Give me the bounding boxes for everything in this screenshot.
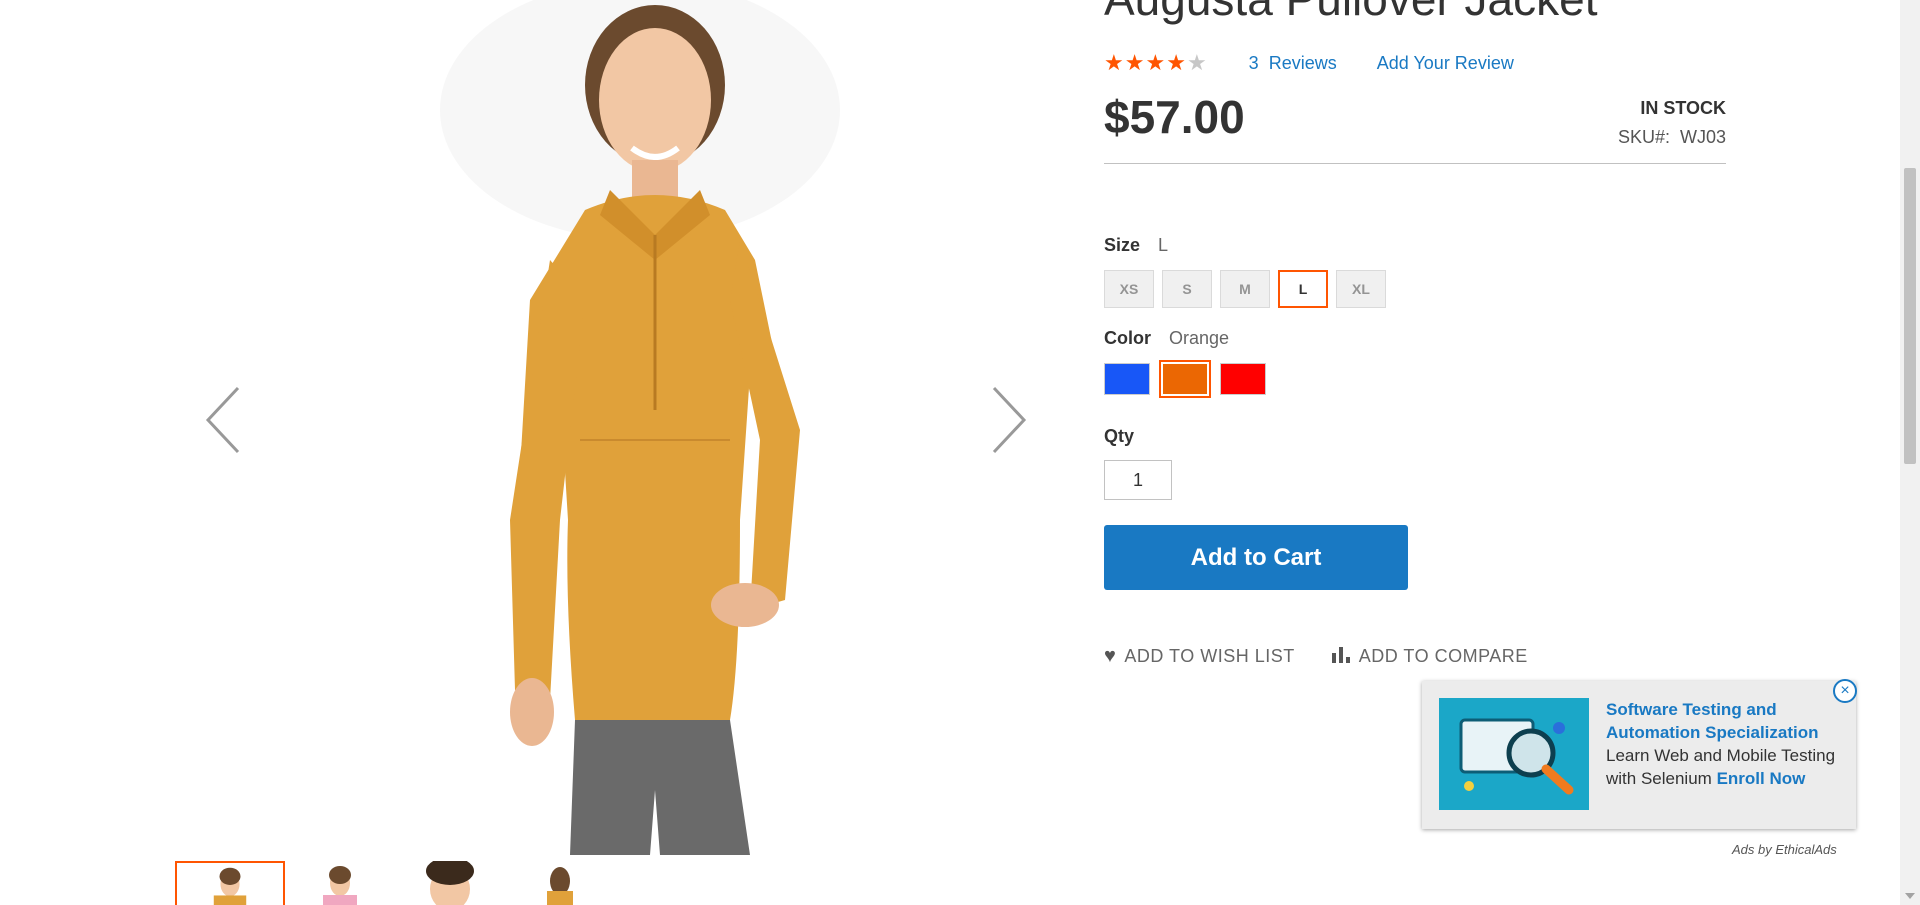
ad-cta-link[interactable]: Enroll Now [1717,769,1806,788]
size-swatch-m[interactable]: M [1220,270,1270,308]
product-actions: ♥ Add to Wish List Add to Compare [1104,645,1528,667]
reviews-label: Reviews [1268,52,1337,73]
rating-row: ★ ★ ★ ★ ★ 3 Reviews Add Your Review [1104,52,1514,74]
add-review-link[interactable]: Add Your Review [1377,53,1514,74]
size-selected-value: L [1158,235,1169,255]
color-swatch-red[interactable] [1220,363,1266,395]
size-option-label: Size L [1104,235,1168,256]
ad-credit[interactable]: Ads by EthicalAds [1732,842,1837,857]
color-swatch-orange[interactable] [1159,360,1211,398]
size-swatch-l[interactable]: L [1278,270,1328,308]
color-swatch-blue[interactable] [1104,363,1150,395]
heart-icon: ♥ [1104,645,1117,667]
wishlist-label: Add to Wish List [1124,645,1295,666]
size-swatch-xs[interactable]: XS [1104,270,1154,308]
sku: SKU#: WJ03 [1618,127,1726,148]
scroll-down-icon[interactable] [1905,893,1915,899]
star-empty-icon: ★ [1186,50,1207,75]
ad-text: Software Testing and Automation Speciali… [1606,698,1841,790]
size-swatch-xl[interactable]: XL [1336,270,1386,308]
star-icon: ★ [1124,50,1145,75]
ad-title[interactable]: Software Testing and Automation Speciali… [1606,700,1819,742]
size-swatch-s[interactable]: S [1162,270,1212,308]
reviews-count: 3 [1248,52,1259,73]
bar-chart-icon [1331,645,1351,667]
product-main-image[interactable] [410,0,890,855]
thumbnail-2[interactable] [285,861,395,905]
product-price: $57.00 [1104,91,1245,143]
product-photo [440,0,840,855]
add-to-wishlist-button[interactable]: ♥ Add to Wish List [1104,646,1295,667]
size-swatches: XS S M L XL [1104,270,1386,308]
color-selected-value: Orange [1169,328,1230,348]
color-option-label: Color Orange [1104,328,1229,349]
product-title: Augusta Pullover Jacket [1104,0,1598,26]
color-swatches [1104,360,1266,398]
gallery-next-icon[interactable] [982,380,1032,460]
ad-image[interactable] [1439,698,1589,810]
qty-label: Qty [1104,426,1135,446]
size-label: Size [1104,235,1141,255]
thumbnail-1[interactable] [175,861,285,905]
color-label: Color [1104,328,1151,348]
vertical-scrollbar[interactable] [1900,0,1920,905]
add-to-cart-button[interactable]: Add to Cart [1104,525,1408,590]
star-icon: ★ [1166,50,1186,75]
stock-status: In stock [1640,98,1726,118]
compare-label: Add to Compare [1358,645,1528,666]
scrollbar-thumb[interactable] [1904,168,1916,464]
qty-input[interactable] [1104,460,1172,500]
star-icon: ★ [1104,50,1124,75]
gallery-thumbnails [175,861,615,905]
sku-label: SKU#: [1617,127,1670,147]
gallery-prev-icon[interactable] [200,380,250,460]
product-gallery [0,0,1080,905]
star-icon: ★ [1145,50,1166,75]
ad-close-icon[interactable]: × [1833,679,1857,703]
rating-stars: ★ ★ ★ ★ ★ [1104,52,1207,74]
sku-value: WJ03 [1679,127,1726,147]
ethical-ad[interactable]: Software Testing and Automation Speciali… [1422,681,1856,829]
reviews-link[interactable]: 3 Reviews [1249,53,1337,74]
thumbnail-4[interactable] [505,861,615,905]
divider [1104,163,1726,164]
add-to-compare-button[interactable]: Add to Compare [1331,645,1528,667]
thumbnail-3[interactable] [395,861,505,905]
